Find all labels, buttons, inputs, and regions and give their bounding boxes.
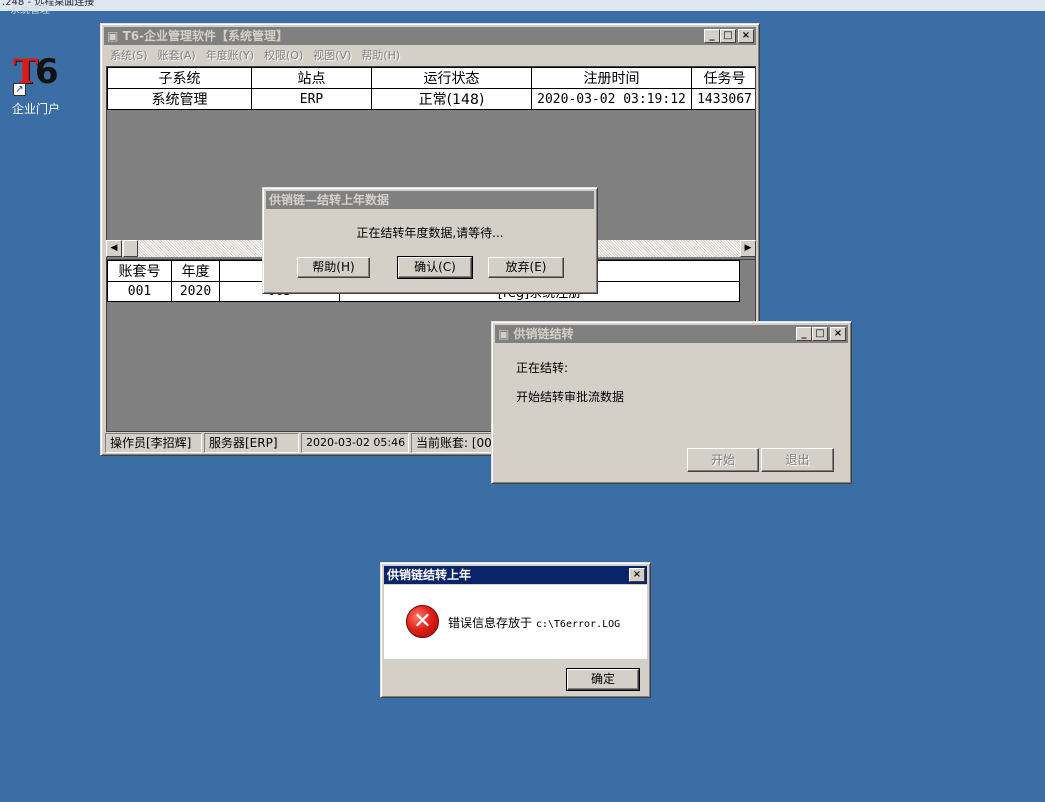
menu-permission[interactable]: 权限(O) xyxy=(259,46,308,65)
minimize-button[interactable]: _ xyxy=(796,327,812,341)
scroll-left-icon[interactable]: ◀ xyxy=(106,240,122,257)
column-header[interactable]: 年度 xyxy=(171,260,220,282)
transfer-titlebar[interactable]: ▣ 供销链结转 _ □ × xyxy=(495,325,848,343)
minimize-button[interactable]: _ xyxy=(704,29,720,43)
confirm-button[interactable]: 确认(C) xyxy=(397,256,473,279)
carry-forward-message: 正在结转年度数据,请等待... xyxy=(356,226,504,240)
status-datetime: 2020-03-02 05:46 xyxy=(301,433,409,453)
transfer-step-label: 开始结转审批流数据 xyxy=(516,390,625,404)
table-cell: ERP xyxy=(251,88,372,110)
status-current-account: 当前账套: [00 xyxy=(411,433,495,453)
transfer-progress-label: 正在结转: xyxy=(516,361,569,375)
error-body: ✕ 错误信息存放于 c:\T6error.LOG xyxy=(384,585,647,659)
column-header[interactable]: 站点 xyxy=(251,67,372,89)
remote-desktop-titlebar: .248 - 远程桌面连接 xyxy=(0,0,1045,11)
column-header[interactable]: 任务号 xyxy=(691,67,755,89)
scroll-thumb[interactable] xyxy=(123,240,138,257)
table-header-row: 子系统 站点 运行状态 注册时间 任务号 xyxy=(107,67,755,89)
abort-button[interactable]: 放弃(E) xyxy=(488,257,564,278)
shortcut-arrow-icon: ↗ xyxy=(13,83,26,96)
carry-forward-titlebar[interactable]: 供销链—结转上年数据 xyxy=(266,191,594,209)
t6-logo-icon: T 6 ↗ xyxy=(13,52,59,96)
menu-account[interactable]: 账套(A) xyxy=(153,46,201,65)
window-icon: ▣ xyxy=(498,327,510,341)
error-titlebar[interactable]: 供销链结转上年 × xyxy=(384,566,647,584)
error-title: 供销链结转上年 xyxy=(387,568,472,582)
transfer-title: 供销链结转 xyxy=(513,327,574,341)
menu-system[interactable]: 系统(S) xyxy=(105,46,153,65)
table-cell: 2020-03-02 03:19:12 xyxy=(531,88,692,110)
status-operator: 操作员[李招辉] xyxy=(105,433,202,453)
desktop-icon-label: 企业门户 xyxy=(11,102,60,116)
supply-chain-transfer-window: ▣ 供销链结转 _ □ × 正在结转: 开始结转审批流数据 开始 退出 xyxy=(491,321,852,484)
menu-year-account[interactable]: 年度账(Y) xyxy=(201,46,259,65)
scroll-right-icon[interactable]: ▶ xyxy=(740,240,756,257)
main-window-title: T6-企业管理软件【系统管理】 xyxy=(122,29,289,43)
column-header[interactable]: 账套号 xyxy=(107,260,172,282)
menu-help[interactable]: 帮助(H) xyxy=(356,46,405,65)
table-cell: 正常(148) xyxy=(371,88,532,110)
error-icon: ✕ xyxy=(406,605,439,638)
error-log-path: c:\T6error.LOG xyxy=(535,619,621,630)
error-message: 错误信息存放于 c:\T6error.LOG xyxy=(448,616,621,630)
exit-button[interactable]: 退出 xyxy=(761,448,834,472)
maximize-button[interactable]: □ xyxy=(720,29,736,43)
carry-forward-dialog: 供销链—结转上年数据 正在结转年度数据,请等待... 帮助(H) 确认(C) 放… xyxy=(262,187,598,294)
menu-view[interactable]: 视图(V) xyxy=(308,46,356,65)
ok-button[interactable]: 确定 xyxy=(566,668,640,691)
help-button[interactable]: 帮助(H) xyxy=(297,257,370,278)
carry-forward-title: 供销链—结转上年数据 xyxy=(269,193,390,207)
table-cell: 001 xyxy=(107,281,172,302)
column-header[interactable]: 运行状态 xyxy=(371,67,532,89)
menu-bar: 系统(S) 账套(A) 年度账(Y) 权限(O) 视图(V) 帮助(H) xyxy=(105,46,405,65)
status-bar: 操作员[李招辉] 服务器[ERP] 2020-03-02 05:46 当前账套:… xyxy=(105,433,495,453)
maximize-button[interactable]: □ xyxy=(812,327,828,341)
table-cell: 2020 xyxy=(171,281,220,302)
remote-desktop-subtitle: 系统管理 xyxy=(10,5,50,16)
main-window-titlebar[interactable]: ▣ T6-企业管理软件【系统管理】 _ □ × xyxy=(104,27,756,45)
start-button[interactable]: 开始 xyxy=(687,448,759,472)
close-button[interactable]: × xyxy=(738,29,754,43)
table-cell: 系统管理 xyxy=(107,88,252,110)
close-button[interactable]: × xyxy=(830,327,846,341)
column-header[interactable]: 子系统 xyxy=(107,67,252,89)
column-header[interactable]: 注册时间 xyxy=(531,67,692,89)
close-button[interactable]: × xyxy=(629,568,645,582)
table-cell: 1433067 xyxy=(691,88,755,110)
error-dialog: 供销链结转上年 × ✕ 错误信息存放于 c:\T6error.LOG 确定 xyxy=(380,562,651,698)
table-row[interactable]: 系统管理 ERP 正常(148) 2020-03-02 03:19:12 143… xyxy=(107,88,755,110)
status-server: 服务器[ERP] xyxy=(204,433,299,453)
desktop-icon-portal[interactable]: T 6 ↗ 企业门户 xyxy=(8,52,64,117)
app-icon: ▣ xyxy=(107,29,119,43)
